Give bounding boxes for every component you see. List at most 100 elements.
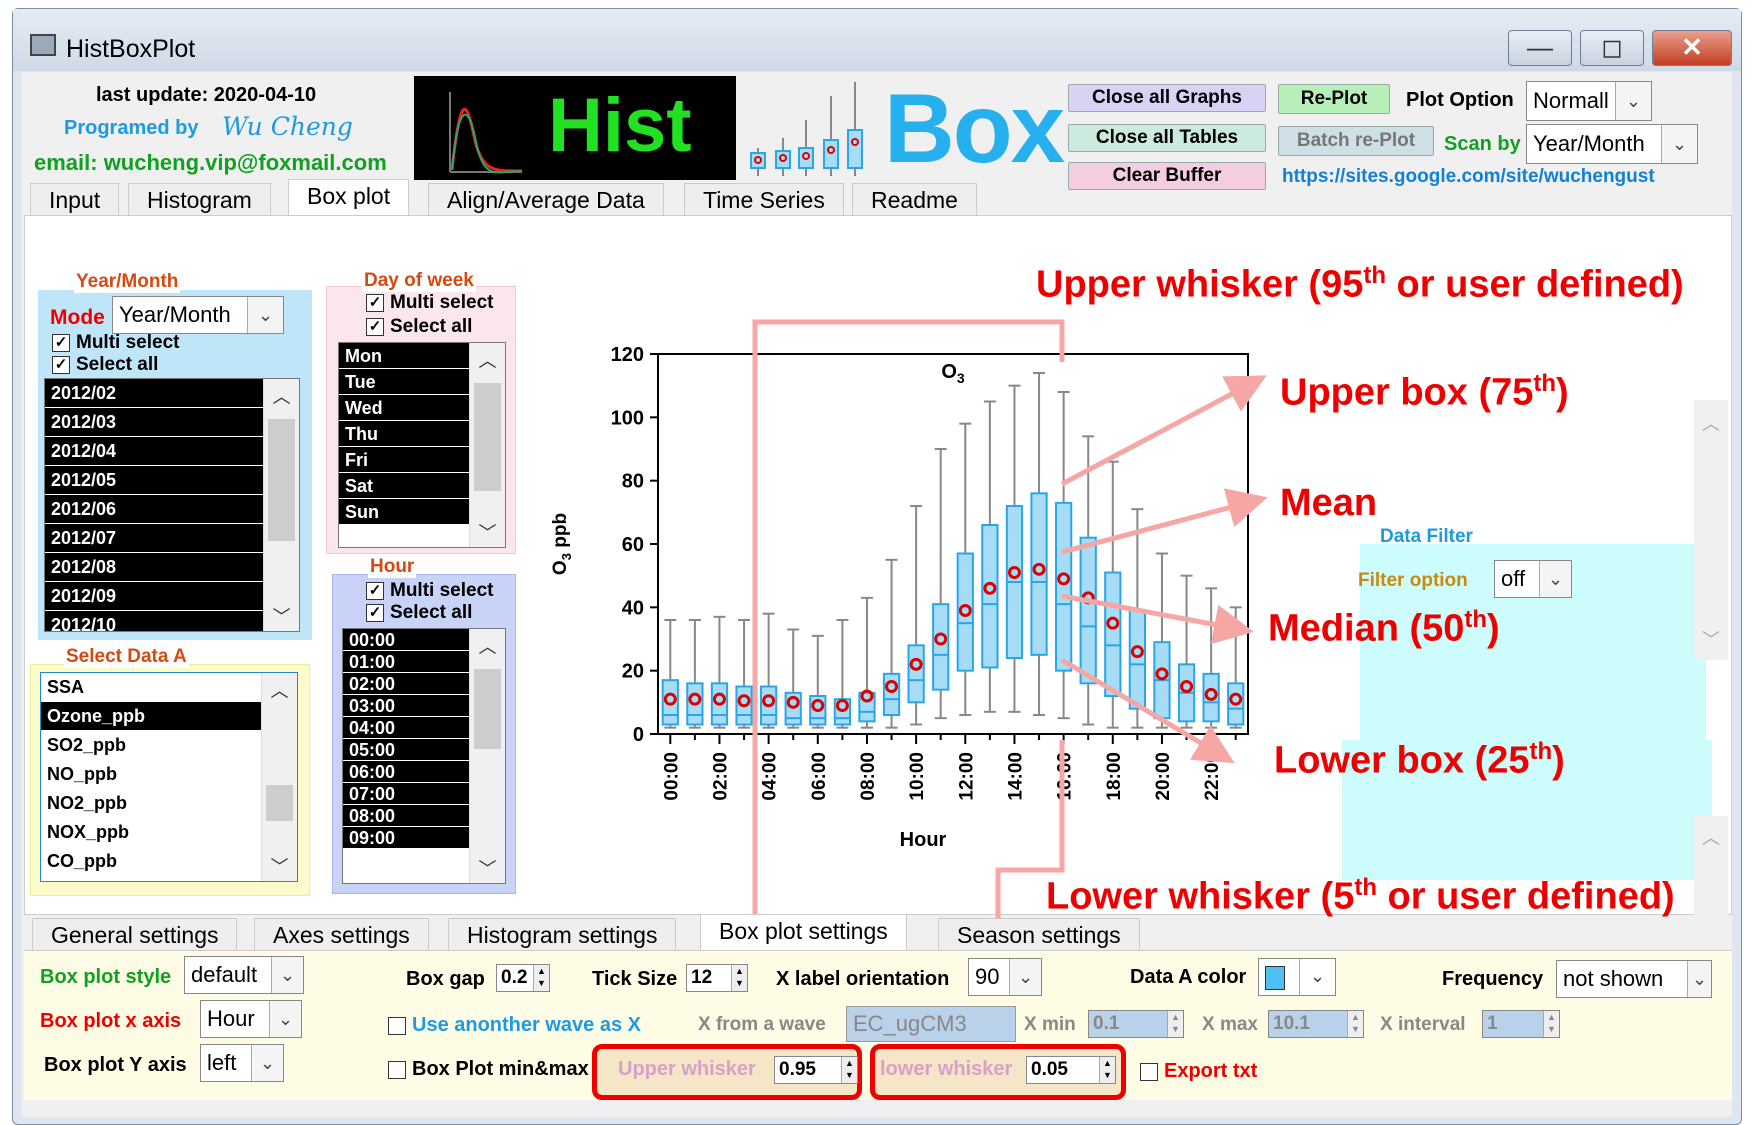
day-scrollbar[interactable]: ︿ ﹀ xyxy=(469,343,505,547)
tab-input[interactable]: Input xyxy=(30,183,120,216)
website-link[interactable]: https://sites.google.com/site/wuchengust xyxy=(1282,166,1655,188)
close-all-graphs-button[interactable]: Close all Graphs xyxy=(1068,84,1266,112)
tab-box-plot-settings[interactable]: Box plot settings xyxy=(700,914,907,951)
maximize-button[interactable]: ◻ xyxy=(1580,30,1644,66)
year-month-title: Year/Month xyxy=(74,271,181,293)
list-item[interactable]: Sun xyxy=(339,499,469,525)
day-of-week-list[interactable]: Mon Tue Wed Thu Fri Sat Sun ︿ ﹀ xyxy=(338,342,506,548)
export-txt-checkbox[interactable]: Export txt xyxy=(1140,1060,1257,1083)
filter-scrollbar[interactable]: ︿ ﹀ xyxy=(1694,400,1728,660)
list-item[interactable]: Mon xyxy=(339,343,469,369)
list-item[interactable]: SSA xyxy=(41,673,261,702)
tick-size-label: Tick Size xyxy=(592,968,678,990)
year-select-all-checkbox[interactable]: ✓ Select all xyxy=(52,354,158,376)
x-from-wave-select[interactable]: EC_ugCM3 xyxy=(846,1006,1016,1042)
hour-multi-select-checkbox[interactable]: ✓ Multi select xyxy=(366,580,493,602)
hour-select-all-checkbox[interactable]: ✓ Select all xyxy=(366,602,472,624)
chevron-down-icon: ﹀ xyxy=(478,523,497,543)
x-tick-label: 10:00 xyxy=(907,752,928,801)
list-item[interactable]: 2012/03 xyxy=(45,408,263,437)
list-item[interactable]: 2012/08 xyxy=(45,553,263,582)
spinner-arrows-icon: ▲ ▼ xyxy=(1167,1011,1183,1037)
list-item[interactable]: Thu xyxy=(339,421,469,447)
tab-axes-settings[interactable]: Axes settings xyxy=(254,918,429,951)
plot-option-select[interactable]: Normall ⌄ xyxy=(1526,81,1652,121)
day-multi-select-checkbox[interactable]: ✓ Multi select xyxy=(366,292,493,314)
use-wave-checkbox[interactable]: Use anonther wave as X xyxy=(388,1014,641,1037)
replot-button[interactable]: Re-Plot xyxy=(1278,84,1390,114)
list-item[interactable]: Fri xyxy=(339,447,469,473)
year-month-list[interactable]: 2012/02 2012/03 2012/04 2012/05 2012/06 2012/… xyxy=(44,378,300,632)
data-scrollbar[interactable]: ︿ ﹀ xyxy=(261,673,297,881)
year-month-scrollbar[interactable]: ︿ ﹀ xyxy=(263,379,299,631)
list-item[interactable]: 2012/06 xyxy=(45,495,263,524)
list-item[interactable]: CO_ppb xyxy=(41,847,261,876)
close-all-tables-button[interactable]: Close all Tables xyxy=(1068,124,1266,152)
day-select-all-checkbox[interactable]: ✓ Select all xyxy=(366,316,472,338)
tab-time-series[interactable]: Time Series xyxy=(684,183,844,216)
close-button[interactable]: ✕ xyxy=(1652,30,1732,66)
list-item[interactable]: 07:00 xyxy=(343,783,469,805)
list-item[interactable]: NO2_ppb xyxy=(41,789,261,818)
list-item[interactable]: SO2_ppb xyxy=(41,731,261,760)
list-item[interactable]: 08:00 xyxy=(343,805,469,827)
box-yaxis-select[interactable]: left ⌄ xyxy=(200,1044,284,1082)
list-item[interactable]: 02:00 xyxy=(343,673,469,695)
list-item[interactable]: 04:00 xyxy=(343,717,469,739)
tab-general-settings[interactable]: General settings xyxy=(32,918,238,951)
list-item[interactable]: 09:00 xyxy=(343,827,469,849)
upper-whisker-spinner[interactable]: 0.95 ▲ ▼ xyxy=(774,1056,858,1084)
box-gap-spinner[interactable]: 0.2 ▲ ▼ xyxy=(496,964,550,992)
list-item[interactable]: 00:00 xyxy=(343,629,469,651)
chevron-down-icon: ﹀ xyxy=(272,607,291,627)
xmax-spinner[interactable]: 10.1 ▲ ▼ xyxy=(1268,1010,1364,1038)
list-item[interactable]: 01:00 xyxy=(343,651,469,673)
mode-select[interactable]: Year/Month ⌄ xyxy=(112,296,284,334)
tab-season-settings[interactable]: Season settings xyxy=(938,918,1140,951)
list-item[interactable]: Wed xyxy=(339,395,469,421)
list-item[interactable]: Sat xyxy=(339,473,469,499)
box-xaxis-select[interactable]: Hour ⌄ xyxy=(200,1000,302,1038)
filter-option-select[interactable]: off ⌄ xyxy=(1494,560,1572,598)
list-item[interactable]: Ozone_ppb xyxy=(41,702,261,731)
data-color-picker[interactable]: ⌄ xyxy=(1258,958,1336,996)
list-item[interactable]: NO_ppb xyxy=(41,760,261,789)
lower-whisker-spinner[interactable]: 0.05 ▲ ▼ xyxy=(1026,1056,1116,1084)
select-data-list[interactable]: SSA Ozone_ppb SO2_ppb NO_ppb NO2_ppb NOX_ppb C… xyxy=(40,672,298,882)
tab-histogram-settings[interactable]: Histogram settings xyxy=(448,918,677,951)
list-item[interactable]: 2012/02 xyxy=(45,379,263,408)
list-item[interactable]: 2012/07 xyxy=(45,524,263,553)
frequency-select[interactable]: not shown ⌄ xyxy=(1556,960,1712,998)
list-item[interactable]: 2012/05 xyxy=(45,466,263,495)
year-multi-select-checkbox[interactable]: ✓ Multi select xyxy=(52,332,179,354)
box-style-select[interactable]: default ⌄ xyxy=(184,956,304,994)
batch-replot-button[interactable]: Batch re-Plot xyxy=(1278,126,1434,156)
list-item[interactable]: 2012/09 xyxy=(45,582,263,611)
xlabel-orientation-label: X label orientation xyxy=(776,968,950,990)
tab-histogram[interactable]: Histogram xyxy=(128,183,271,216)
list-item[interactable]: Tue xyxy=(339,369,469,395)
list-item[interactable]: 2012/04 xyxy=(45,437,263,466)
chevron-down-icon: ⌄ xyxy=(1539,561,1571,597)
hour-scrollbar[interactable]: ︿ ﹀ xyxy=(469,629,505,883)
y-tick-label: 60 xyxy=(622,534,644,556)
tick-size-spinner[interactable]: 12 ▲ ▼ xyxy=(686,964,748,992)
list-item[interactable]: 05:00 xyxy=(343,739,469,761)
xmin-spinner[interactable]: 0.1 ▲ ▼ xyxy=(1088,1010,1184,1038)
list-item[interactable]: NOX_ppb xyxy=(41,818,261,847)
clear-buffer-button[interactable]: Clear Buffer xyxy=(1068,162,1266,190)
list-item[interactable]: 03:00 xyxy=(343,695,469,717)
list-item[interactable]: 2012/10 xyxy=(45,611,263,631)
list-item[interactable]: 06:00 xyxy=(343,761,469,783)
minimize-button[interactable]: — xyxy=(1508,30,1572,66)
scan-by-select[interactable]: Year/Month ⌄ xyxy=(1526,124,1698,164)
minmax-checkbox[interactable]: Box Plot min&max xyxy=(388,1058,589,1081)
y-tick-label: 80 xyxy=(622,471,644,493)
xlabel-orientation-select[interactable]: 90 ⌄ xyxy=(968,958,1042,996)
xinterval-spinner[interactable]: 1 ▲ ▼ xyxy=(1482,1010,1560,1038)
chevron-down-icon: ⌄ xyxy=(1009,959,1041,995)
tab-readme[interactable]: Readme xyxy=(852,183,977,216)
tab-align-average[interactable]: Align/Average Data xyxy=(428,183,664,216)
tab-box-plot[interactable]: Box plot xyxy=(288,179,410,216)
hour-list[interactable]: 00:00 01:00 02:00 03:00 04:00 05:00 06:00 07:00… xyxy=(342,628,506,884)
